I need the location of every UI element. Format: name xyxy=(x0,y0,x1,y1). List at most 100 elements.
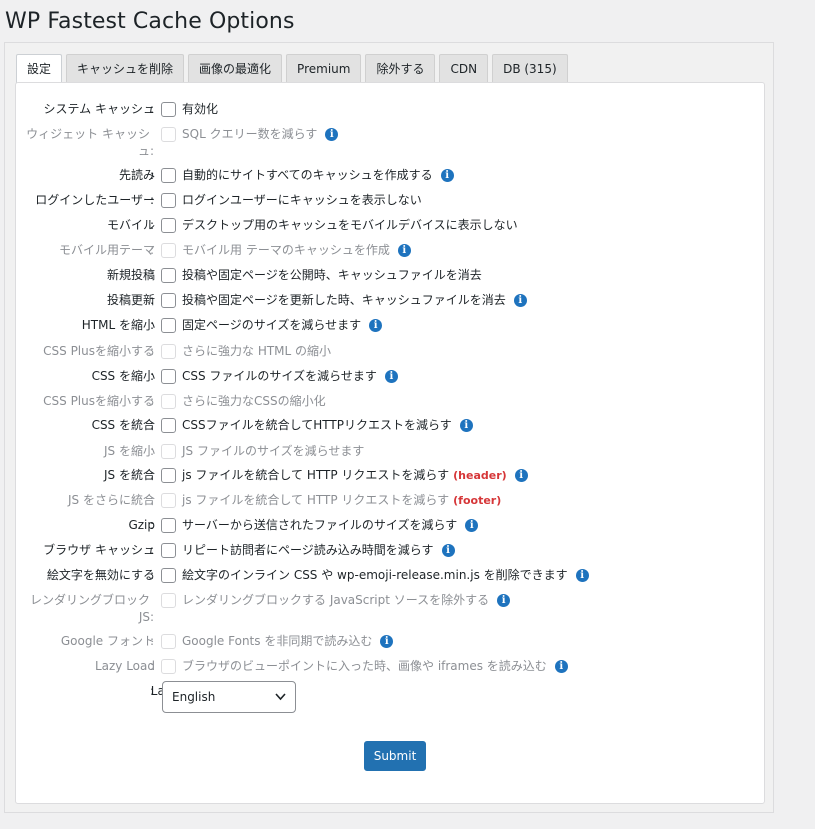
option-label: ログインしたユーザー xyxy=(35,193,155,207)
option-description: レンダリングブロックする JavaScript ソースを除外する i xyxy=(182,592,511,609)
info-icon[interactable]: i xyxy=(513,294,527,307)
option-label: CSS Plusを縮小する xyxy=(43,394,155,408)
option-text: 投稿や固定ページを更新した時、キャッシュファイルを消去 xyxy=(182,293,506,307)
option-checkbox[interactable] xyxy=(161,168,176,183)
option-label: ウィジェット キャッシュ xyxy=(26,127,150,158)
tab-db[interactable]: DB (315) xyxy=(492,54,568,82)
option-description: デスクトップ用のキャッシュをモバイルデバイスに表示しない xyxy=(182,217,518,234)
option-colon: : xyxy=(150,418,155,432)
option-label: CSS を縮小 xyxy=(91,369,155,383)
option-colon: : xyxy=(150,634,155,648)
option-text: レンダリングブロックする JavaScript ソースを除外する xyxy=(182,593,490,607)
info-icon[interactable]: i xyxy=(575,569,589,582)
tab-image-optimization[interactable]: 画像の最適化 xyxy=(188,54,283,82)
option-description: SQL クエリー数を減らす i xyxy=(182,126,339,143)
option-checkbox[interactable] xyxy=(161,193,176,208)
info-icon[interactable]: i xyxy=(369,319,383,332)
option-checkbox xyxy=(161,243,176,258)
option-description: 有効化 xyxy=(182,101,218,118)
option-description: 投稿や固定ページを公開時、キャッシュファイルを消去 xyxy=(182,267,482,284)
option-label: 先読み xyxy=(118,168,155,182)
option-text: モバイル用 テーマのキャッシュを作成 xyxy=(182,243,390,257)
option-description: さらに強力なCSSの縮小化 xyxy=(182,393,326,410)
tab-exclude[interactable]: 除外する xyxy=(365,54,436,82)
info-icon[interactable]: i xyxy=(441,544,455,557)
option-text: js ファイルを統合して HTTP リクエストを減らす xyxy=(182,493,450,507)
option-checkbox xyxy=(161,127,176,142)
option-checkbox xyxy=(161,593,176,608)
option-description: 絵文字のインライン CSS や wp-emoji-release.min.js … xyxy=(182,567,589,584)
option-description: js ファイルを統合して HTTP リクエストを減らす (footer) xyxy=(182,492,501,509)
option-checkbox[interactable] xyxy=(161,102,176,117)
option-text: さらに強力なCSSの縮小化 xyxy=(182,394,326,408)
option-checkbox[interactable] xyxy=(161,293,176,308)
info-icon[interactable]: i xyxy=(465,519,479,532)
option-label: 新規投稿 xyxy=(106,268,155,282)
option-checkbox[interactable] xyxy=(161,518,176,533)
option-checkbox[interactable] xyxy=(161,268,176,283)
option-description: ブラウザのビューポイントに入った時、画像や iframes を読み込む i xyxy=(182,658,568,675)
option-label: ブラウザ キャッシュ xyxy=(43,543,155,557)
option-checkbox xyxy=(161,394,176,409)
info-icon[interactable]: i xyxy=(459,419,473,432)
info-icon[interactable]: i xyxy=(380,635,394,648)
option-colon: : xyxy=(150,493,155,507)
option-colon: : xyxy=(150,344,155,358)
option-description: JS ファイルのサイズを減らせます xyxy=(182,443,364,460)
option-colon: : xyxy=(150,144,155,158)
option-checkbox[interactable] xyxy=(161,418,176,433)
tab-premium[interactable]: Premium xyxy=(286,54,362,82)
option-checkbox[interactable] xyxy=(161,543,176,558)
tab-cdn[interactable]: CDN xyxy=(439,54,489,82)
option-colon: : xyxy=(150,168,155,182)
option-description: js ファイルを統合して HTTP リクエストを減らす (header) i xyxy=(182,467,528,484)
option-text: CSSファイルを統合してHTTPリクエストを減らす xyxy=(182,418,452,432)
option-label: モバイル xyxy=(106,218,155,232)
option-text: サーバーから送信されたファイルのサイズを減らす xyxy=(182,518,458,532)
option-description: 投稿や固定ページを更新した時、キャッシュファイルを消去 i xyxy=(182,292,527,309)
option-text: 有効化 xyxy=(182,102,219,116)
info-icon[interactable]: i xyxy=(397,244,411,257)
option-label: CSS を統合 xyxy=(91,418,155,432)
info-icon[interactable]: i xyxy=(514,469,528,482)
option-text: SQL クエリー数を減らす xyxy=(182,127,318,141)
option-label: JS を縮小 xyxy=(104,444,155,458)
info-icon[interactable]: i xyxy=(384,370,398,383)
option-description: CSSファイルを統合してHTTPリクエストを減らす i xyxy=(182,417,473,434)
info-icon[interactable]: i xyxy=(554,660,568,673)
info-icon[interactable]: i xyxy=(497,594,511,607)
option-text: デスクトップ用のキャッシュをモバイルデバイスに表示しない xyxy=(182,218,518,232)
tab-settings[interactable]: 設定 xyxy=(16,54,63,83)
option-checkbox[interactable] xyxy=(161,568,176,583)
submit-button[interactable]: Submit xyxy=(364,741,426,771)
option-label: レンダリングブロック JS xyxy=(29,593,150,624)
option-text: 絵文字のインライン CSS や wp-emoji-release.min.js … xyxy=(182,568,568,582)
option-checkbox[interactable] xyxy=(161,318,176,333)
option-description: Google Fonts を非同期で読み込む i xyxy=(182,633,394,650)
option-checkbox[interactable] xyxy=(161,369,176,384)
tab-delete-cache[interactable]: キャッシュを削除 xyxy=(66,54,185,82)
option-colon: : xyxy=(150,444,155,458)
option-checkbox[interactable] xyxy=(161,218,176,233)
info-icon[interactable]: i xyxy=(440,169,454,182)
option-checkbox[interactable] xyxy=(161,468,176,483)
option-description: リピート訪問者にページ読み込み時間を減らす i xyxy=(182,542,455,559)
option-label: Lazy Load xyxy=(94,659,155,673)
option-label: Gzip xyxy=(128,518,155,532)
option-label: 絵文字を無効にする xyxy=(46,568,155,582)
option-tag: (footer) xyxy=(453,494,502,507)
option-checkbox xyxy=(161,344,176,359)
option-colon: : xyxy=(150,568,155,582)
option-description: 自動的にサイトすべてのキャッシュを作成する i xyxy=(182,167,454,184)
option-description: ログインユーザーにキャッシュを表示しない xyxy=(182,192,422,209)
option-colon: : xyxy=(150,369,155,383)
option-colon: : xyxy=(150,102,155,116)
option-colon: : xyxy=(150,518,155,532)
option-text: CSS ファイルのサイズを減らせます xyxy=(182,369,377,383)
option-text: 自動的にサイトすべてのキャッシュを作成する xyxy=(182,168,433,182)
option-label: 投稿更新 xyxy=(106,293,155,307)
option-label: JS をさらに統合 xyxy=(68,493,155,507)
language-select[interactable]: English xyxy=(162,681,296,713)
option-label: システム キャッシュ xyxy=(43,102,155,116)
info-icon[interactable]: i xyxy=(325,128,339,141)
